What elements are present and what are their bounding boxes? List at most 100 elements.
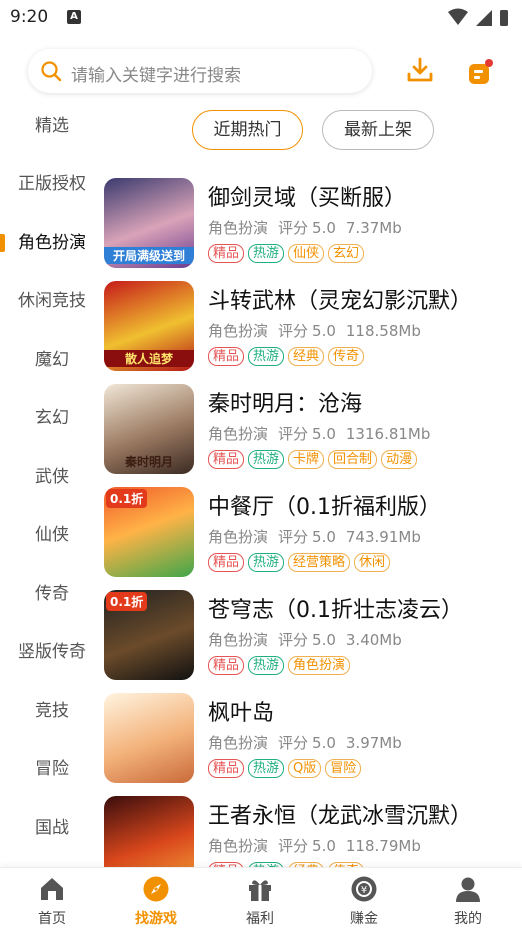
game-icon[interactable]: 0.1折 bbox=[104, 590, 194, 680]
category-item[interactable]: 正版授权 bbox=[0, 164, 104, 204]
game-tag: 仙侠 bbox=[288, 244, 325, 263]
game-tag: Q版 bbox=[288, 759, 322, 778]
nav-label: 找游戏 bbox=[135, 911, 177, 927]
category-item[interactable]: 武侠 bbox=[0, 457, 104, 497]
category-item-active[interactable]: 角色扮演 bbox=[0, 223, 104, 263]
home-icon bbox=[41, 878, 63, 900]
nav-find-games[interactable]: 找游戏 bbox=[104, 868, 208, 929]
game-category: 角色扮演 bbox=[208, 631, 269, 649]
category-item[interactable]: 精选 bbox=[0, 106, 104, 146]
game-icon[interactable]: 散人追梦 bbox=[104, 281, 194, 371]
game-tag: 角色扮演 bbox=[288, 656, 351, 675]
rating-label: 评分 bbox=[278, 322, 309, 340]
battery-icon bbox=[500, 10, 508, 26]
game-size: 3.40Mb bbox=[345, 631, 402, 649]
game-rating: 5.0 bbox=[312, 837, 336, 855]
game-icon-caption: 散人追梦 bbox=[104, 350, 194, 367]
game-card[interactable]: 秦时明月 秦时明月：沧海 角色扮演 评分 5.0 1316.81Mb 精品 热游 卡牌 回合制 动漫 bbox=[104, 384, 522, 484]
game-category: 角色扮演 bbox=[208, 219, 269, 237]
game-rating: 5.0 bbox=[312, 219, 336, 237]
category-item[interactable]: 魔幻 bbox=[0, 340, 104, 380]
game-icon[interactable]: 开局满级送到 bbox=[104, 178, 194, 268]
game-icon[interactable]: 秦时明月 bbox=[104, 384, 194, 474]
tab-newest[interactable]: 最新上架 bbox=[322, 110, 434, 150]
game-title[interactable]: 苍穹志（0.1折壮志凌云） bbox=[208, 592, 463, 624]
game-tags: 精品 热游 卡牌 回合制 动漫 bbox=[208, 450, 421, 470]
game-tag: 热游 bbox=[248, 759, 285, 778]
nav-home[interactable]: 首页 bbox=[0, 868, 104, 929]
nav-label: 首页 bbox=[38, 911, 66, 927]
profile-icon bbox=[456, 877, 480, 902]
game-tag: 精品 bbox=[208, 553, 245, 572]
game-icon-caption: 0.1折 bbox=[106, 592, 148, 611]
category-item[interactable]: 仙侠 bbox=[0, 515, 104, 555]
game-title[interactable]: 王者永恒（龙武冰雪沉默） bbox=[208, 798, 472, 830]
category-sidebar: 精选 正版授权 角色扮演 休闲竞技 魔幻 玄幻 武侠 仙侠 传奇 竖版传奇 竞技… bbox=[0, 97, 104, 867]
category-label: 玄幻 bbox=[35, 408, 69, 428]
category-label: 冒险 bbox=[35, 759, 69, 779]
message-icon[interactable] bbox=[466, 57, 496, 87]
category-label: 武侠 bbox=[35, 467, 69, 487]
rating-label: 评分 bbox=[278, 528, 309, 546]
game-meta: 角色扮演 评分 5.0 743.91Mb bbox=[208, 526, 431, 547]
category-label: 仙侠 bbox=[35, 525, 69, 545]
category-label: 角色扮演 bbox=[18, 233, 86, 253]
game-icon[interactable] bbox=[104, 693, 194, 783]
search-bar[interactable]: 请输入关键字进行搜索 bbox=[28, 49, 372, 93]
game-icon[interactable]: 0.1折 bbox=[104, 487, 194, 577]
notification-icon: A bbox=[67, 10, 81, 24]
game-tag: 回合制 bbox=[328, 450, 378, 469]
game-title[interactable]: 秦时明月：沧海 bbox=[208, 386, 362, 418]
category-label: 魔幻 bbox=[35, 350, 69, 370]
category-label: 国战 bbox=[35, 818, 69, 838]
tab-recent-hot[interactable]: 近期热门 bbox=[192, 110, 303, 150]
game-title[interactable]: 枫叶岛 bbox=[208, 695, 274, 727]
category-item[interactable]: 冒险 bbox=[0, 749, 104, 789]
game-category: 角色扮演 bbox=[208, 734, 269, 752]
category-item[interactable]: 竖版传奇 bbox=[0, 632, 104, 672]
game-tag: 休闲 bbox=[354, 553, 391, 572]
game-title[interactable]: 斗转武林（灵宠幻影沉默） bbox=[208, 283, 472, 315]
game-tag: 精品 bbox=[208, 656, 245, 675]
nav-welfare[interactable]: 福利 bbox=[208, 868, 312, 929]
game-card[interactable]: 枫叶岛 角色扮演 评分 5.0 3.97Mb 精品 热游 Q版 冒险 bbox=[104, 693, 522, 793]
unread-dot bbox=[485, 59, 493, 67]
game-category: 角色扮演 bbox=[208, 425, 269, 443]
game-category: 角色扮演 bbox=[208, 837, 269, 855]
category-label: 正版授权 bbox=[18, 174, 86, 194]
game-tag: 玄幻 bbox=[328, 244, 365, 263]
nav-mine[interactable]: 我的 bbox=[416, 868, 520, 929]
game-tags: 精品 热游 Q版 冒险 bbox=[208, 759, 365, 779]
game-size: 118.58Mb bbox=[345, 322, 421, 340]
game-card[interactable]: 0.1折 中餐厅（0.1折福利版） 角色扮演 评分 5.0 743.91Mb 精品 热游 经营策… bbox=[104, 487, 522, 587]
category-label: 竞技 bbox=[35, 701, 69, 721]
game-category: 角色扮演 bbox=[208, 322, 269, 340]
game-icon-caption: 秦时明月 bbox=[124, 455, 173, 469]
game-size: 118.79Mb bbox=[345, 837, 421, 855]
search-input[interactable]: 请输入关键字进行搜索 bbox=[71, 61, 241, 86]
game-tag: 动漫 bbox=[381, 450, 418, 469]
game-title[interactable]: 中餐厅（0.1折福利版） bbox=[208, 489, 441, 521]
download-icon[interactable] bbox=[406, 56, 434, 84]
signal-icon bbox=[476, 10, 492, 26]
svg-text:¥: ¥ bbox=[361, 885, 367, 896]
game-tag: 热游 bbox=[248, 656, 285, 675]
game-card[interactable]: 开局满级送到 御剑灵域（买断服） 角色扮演 评分 5.0 7.37Mb 精品 热游 仙侠 玄幻 bbox=[104, 178, 522, 278]
wifi-icon bbox=[448, 8, 468, 25]
category-label: 休闲竞技 bbox=[18, 291, 86, 311]
game-card[interactable]: 散人追梦 斗转武林（灵宠幻影沉默） 角色扮演 评分 5.0 118.58Mb 精品 热游 经典传… bbox=[104, 281, 522, 381]
category-item[interactable]: 传奇 bbox=[0, 574, 104, 614]
game-title[interactable]: 御剑灵域（买断服） bbox=[208, 180, 406, 212]
category-item[interactable]: 竞技 bbox=[0, 691, 104, 731]
game-tags: 精品热游经典传奇 bbox=[208, 347, 368, 367]
search-icon bbox=[41, 61, 62, 82]
game-tag: 经典 bbox=[288, 347, 325, 366]
category-item[interactable]: 国战 bbox=[0, 808, 104, 848]
category-label: 竖版传奇 bbox=[18, 642, 86, 662]
game-card[interactable]: 0.1折 苍穹志（0.1折壮志凌云） 角色扮演 评分 5.0 3.40Mb 精品 热游 角色扮演 bbox=[104, 590, 522, 690]
category-item[interactable]: 休闲竞技 bbox=[0, 281, 104, 321]
nav-earn[interactable]: ¥ 赚金 bbox=[312, 868, 416, 929]
rating-label: 评分 bbox=[278, 219, 309, 237]
game-tag: 热游 bbox=[248, 347, 285, 366]
category-item[interactable]: 玄幻 bbox=[0, 398, 104, 438]
